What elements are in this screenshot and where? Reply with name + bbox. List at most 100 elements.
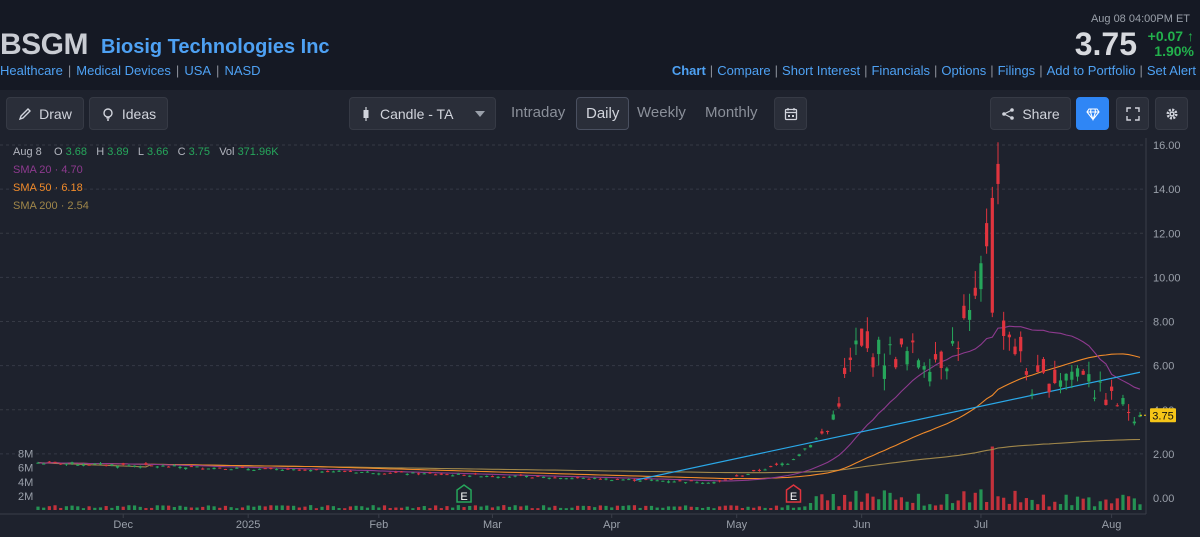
legend-close-label: C	[177, 146, 186, 158]
link-short-interest[interactable]: Short Interest	[782, 63, 860, 78]
volume-tick-label: 8M	[18, 449, 33, 461]
volume-bar	[581, 505, 585, 510]
volume-bar	[718, 506, 722, 510]
candle-body	[502, 476, 506, 478]
tab-monthly[interactable]: Monthly	[705, 104, 758, 121]
share-label: Share	[1022, 105, 1060, 122]
volume-bar	[1064, 494, 1068, 510]
tab-daily[interactable]: Daily	[576, 97, 630, 130]
candle-body	[1075, 368, 1080, 377]
candle-body	[831, 414, 835, 420]
candle-body	[314, 469, 318, 471]
volume-bar	[64, 506, 69, 510]
x-tick-label: Jun	[853, 519, 871, 531]
candle-body	[212, 467, 216, 470]
candle-body	[411, 472, 415, 474]
candle-body	[115, 466, 120, 468]
candle-body	[746, 474, 750, 476]
volume-bar	[110, 507, 114, 510]
volume-bar	[877, 499, 881, 510]
legend-sma20: SMA 20 · 4.70	[13, 164, 83, 176]
link-separator: |	[709, 63, 714, 78]
draw-button[interactable]: Draw	[6, 97, 84, 130]
candle-body	[581, 477, 585, 479]
volume-bar	[59, 507, 63, 510]
company-name[interactable]: Biosig Technologies Inc	[101, 36, 330, 59]
candle-body	[1132, 421, 1136, 424]
tab-intraday[interactable]: Intraday	[511, 104, 565, 121]
x-tick-label: Dec	[113, 519, 133, 531]
price-chart[interactable]: 0.002.004.006.008.0010.0012.0014.0016.00…	[0, 138, 1200, 537]
volume-bar	[172, 507, 176, 510]
volume-bar	[280, 505, 284, 510]
volume-bar	[456, 505, 460, 510]
volume-bar	[1024, 498, 1028, 510]
legend-low-label: L	[137, 146, 144, 158]
date-range-button[interactable]	[774, 97, 807, 130]
settings-button[interactable]	[1155, 97, 1188, 130]
candle-body	[922, 366, 926, 370]
crumb-separator: |	[216, 63, 220, 78]
sma20-value: 4.70	[61, 164, 83, 176]
candle-body	[814, 438, 818, 440]
candle-body	[689, 480, 693, 482]
chart-type-label: Candle - TA	[380, 105, 454, 122]
tab-weekly[interactable]: Weekly	[637, 104, 686, 121]
volume-bar	[803, 506, 807, 510]
chart-type-select[interactable]: Candle - TA	[349, 97, 496, 130]
volume-bar	[189, 507, 193, 510]
volume-bar	[201, 506, 205, 510]
premium-button[interactable]	[1076, 97, 1109, 130]
candle-body	[326, 470, 330, 473]
earnings-marker: E	[456, 484, 472, 503]
x-tick-label: May	[726, 519, 747, 531]
link-chart[interactable]: Chart	[672, 63, 706, 78]
volume-bar	[212, 506, 216, 510]
volume-bar	[576, 505, 580, 510]
link-set-alert[interactable]: Set Alert	[1147, 63, 1196, 78]
candle-body	[848, 357, 852, 361]
candle-body	[1098, 381, 1102, 383]
link-add-to-portfolio[interactable]: Add to Portfolio	[1047, 63, 1136, 78]
link-options[interactable]: Options	[941, 63, 986, 78]
candle-body	[1041, 359, 1046, 373]
change-value: +0.07	[1147, 28, 1184, 44]
x-tick-label: Jul	[974, 519, 988, 531]
fullscreen-button[interactable]	[1116, 97, 1149, 130]
crumb-exchange[interactable]: NASD	[224, 63, 260, 78]
candle-body	[564, 478, 568, 480]
volume-bar	[820, 494, 824, 510]
volume-bar	[468, 505, 472, 510]
share-button[interactable]: Share	[990, 97, 1071, 130]
legend-open-label: O	[53, 146, 63, 158]
candle-body	[644, 478, 648, 480]
candle-body	[1024, 371, 1028, 375]
candle-body	[865, 331, 869, 349]
ideas-button[interactable]: Ideas	[89, 97, 168, 130]
candle-body	[365, 471, 370, 473]
candle-body	[81, 464, 86, 466]
crumb-industry[interactable]: Medical Devices	[76, 63, 171, 78]
candle-body	[70, 462, 74, 464]
legend-high-label: H	[96, 146, 105, 158]
volume-bar	[928, 504, 932, 510]
crumb-sector[interactable]: Healthcare	[0, 63, 63, 78]
volume-bar	[155, 505, 159, 510]
volume-bar	[303, 506, 307, 510]
candle-body	[161, 465, 165, 467]
link-filings[interactable]: Filings	[998, 63, 1036, 78]
candle-body	[1030, 393, 1034, 395]
volume-bar	[1007, 503, 1011, 510]
link-compare[interactable]: Compare	[717, 63, 770, 78]
crumb-country[interactable]: USA	[184, 63, 211, 78]
volume-bar	[246, 505, 250, 510]
x-tick-label: Feb	[369, 519, 388, 531]
volume-bar	[451, 507, 455, 510]
link-financials[interactable]: Financials	[871, 63, 930, 78]
volume-bar	[649, 505, 654, 510]
candle-body	[490, 476, 495, 478]
volume-bar	[689, 506, 693, 510]
volume-bar	[257, 505, 262, 510]
volume-bar	[922, 505, 926, 510]
link-separator: |	[990, 63, 994, 78]
